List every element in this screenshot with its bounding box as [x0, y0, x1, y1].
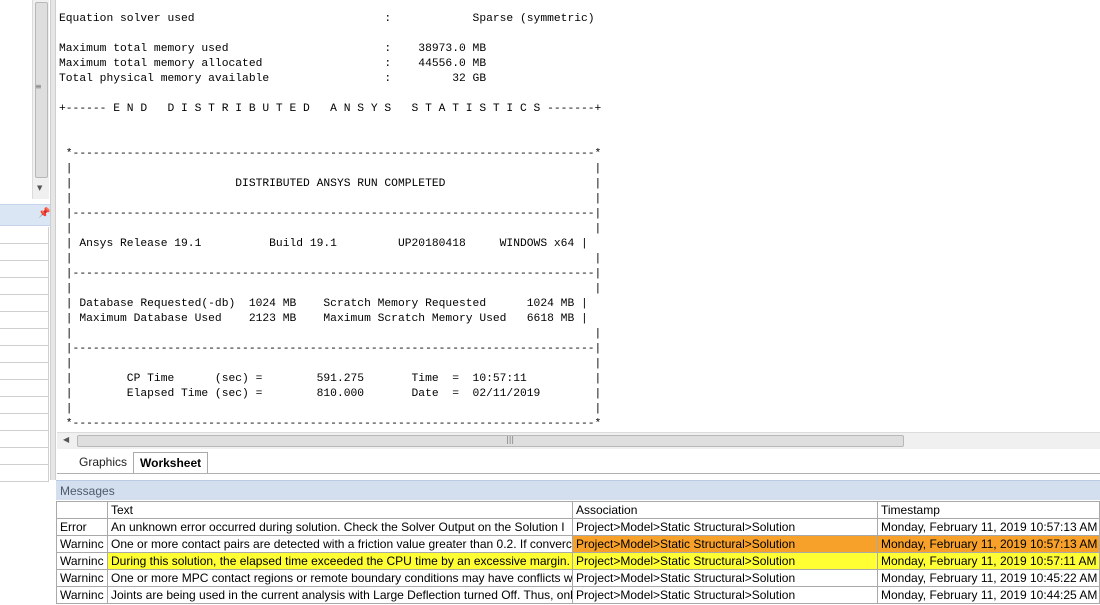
left-panel: ≡ ▼ 📌 — [0, 0, 50, 482]
message-timestamp: Monday, February 11, 2019 10:57:13 AM — [877, 518, 1100, 536]
details-row[interactable] — [0, 380, 49, 397]
details-row[interactable] — [0, 363, 49, 380]
output-line: Total physical memory available : 32 GB — [59, 73, 487, 85]
output-line: | Elapsed Time (sec) = 810.000 Date = 02… — [59, 388, 602, 400]
tree-vertical-scrollbar[interactable]: ≡ ▼ — [32, 0, 49, 199]
details-row[interactable] — [0, 448, 49, 465]
output-line: Maximum total memory allocated : 44556.0… — [59, 58, 487, 70]
message-type: Warninc — [56, 569, 108, 587]
output-scroll-thumb[interactable]: ||| — [77, 435, 904, 447]
output-line: | Database Requested(-db) 1024 MB Scratc… — [59, 298, 588, 310]
output-line: |---------------------------------------… — [59, 343, 602, 355]
output-line: | CP Time (sec) = 591.275 Time = 10:57:1… — [59, 373, 602, 385]
message-row[interactable]: Error An unknown error occurred during s… — [56, 518, 1100, 536]
details-row[interactable] — [0, 414, 49, 431]
output-horizontal-scrollbar[interactable]: ◀ ||| — [57, 432, 1100, 449]
message-type: Warninc — [56, 586, 108, 604]
message-text: Joints are being used in the current ana… — [107, 586, 573, 604]
details-row[interactable] — [0, 397, 49, 414]
output-line: | | — [59, 328, 602, 340]
details-panel-header: 📌 — [0, 204, 50, 226]
message-text: One or more MPC contact regions or remot… — [107, 569, 573, 587]
message-text: An unknown error occurred during solutio… — [107, 518, 573, 536]
output-line: | | — [59, 193, 602, 205]
column-header-text[interactable]: Text — [107, 501, 573, 519]
messages-table: Text Association Timestamp Error An unkn… — [56, 501, 1100, 604]
message-association: Project>Model>Static Structural>Solution — [572, 518, 878, 536]
message-type: Warninc — [56, 535, 108, 553]
output-line: | | — [59, 283, 602, 295]
message-association: Project>Model>Static Structural>Solution — [572, 552, 878, 570]
messages-header-row: Text Association Timestamp — [56, 501, 1100, 519]
details-row[interactable] — [0, 295, 49, 312]
message-type: Error — [56, 518, 108, 536]
scroll-left-arrow-icon[interactable]: ◀ — [63, 435, 69, 444]
grip-icon: ||| — [506, 435, 515, 444]
message-text: One or more contact pairs are detected w… — [107, 535, 573, 553]
message-association: Project>Model>Static Structural>Solution — [572, 586, 878, 604]
message-timestamp: Monday, February 11, 2019 10:44:25 AM — [877, 586, 1100, 604]
details-row[interactable] — [0, 227, 49, 244]
output-line: |---------------------------------------… — [59, 208, 602, 220]
solver-output-text: Equation solver used : Sparse (symmetric… — [59, 12, 601, 432]
message-timestamp: Monday, February 11, 2019 10:57:11 AM — [877, 552, 1100, 570]
details-row[interactable] — [0, 261, 49, 278]
messages-pane-header: Messages — [56, 480, 1100, 500]
panel-splitter[interactable] — [50, 0, 56, 480]
output-line: | | — [59, 358, 602, 370]
message-association: Project>Model>Static Structural>Solution — [572, 569, 878, 587]
details-row[interactable] — [0, 278, 49, 295]
output-line: | DISTRIBUTED ANSYS RUN COMPLETED | — [59, 178, 602, 190]
output-line: | Maximum Database Used 2123 MB Maximum … — [59, 313, 588, 325]
tab-worksheet[interactable]: Worksheet — [133, 452, 209, 474]
details-row[interactable] — [0, 465, 49, 482]
grip-icon: ≡ — [35, 82, 42, 91]
message-timestamp: Monday, February 11, 2019 10:45:22 AM — [877, 569, 1100, 587]
output-line: *---------------------------------------… — [59, 418, 602, 430]
tab-graphics[interactable]: Graphics — [73, 452, 133, 474]
scroll-down-arrow-icon[interactable]: ▼ — [37, 184, 42, 192]
message-type: Warninc — [56, 552, 108, 570]
column-header-association[interactable]: Association — [572, 501, 878, 519]
message-row[interactable]: Warninc One or more contact pairs are de… — [56, 535, 1100, 553]
pin-icon[interactable]: 📌 — [38, 208, 50, 219]
output-line: Equation solver used : Sparse (symmetric… — [59, 13, 595, 25]
details-row[interactable] — [0, 312, 49, 329]
output-line: | | — [59, 403, 602, 415]
message-association: Project>Model>Static Structural>Solution — [572, 535, 878, 553]
details-row[interactable] — [0, 329, 49, 346]
output-line: | | — [59, 223, 602, 235]
output-line: | Ansys Release 19.1 Build 19.1 UP201804… — [59, 238, 588, 250]
output-line: | | — [59, 163, 602, 175]
column-header-type[interactable] — [56, 501, 108, 519]
solver-output-panel: Equation solver used : Sparse (symmetric… — [57, 0, 1100, 432]
column-header-timestamp[interactable]: Timestamp — [877, 501, 1100, 519]
message-row[interactable]: Warninc Joints are being used in the cur… — [56, 586, 1100, 604]
view-tabs: Graphics Worksheet — [57, 449, 1100, 478]
details-row[interactable] — [0, 346, 49, 363]
output-line: +------ E N D D I S T R I B U T E D A N … — [59, 103, 602, 115]
messages-title: Messages — [60, 484, 115, 498]
message-row[interactable]: Warninc During this solution, the elapse… — [56, 552, 1100, 570]
details-row[interactable] — [0, 244, 49, 261]
output-line: | | — [59, 253, 602, 265]
output-line: *---------------------------------------… — [59, 148, 602, 160]
output-line: Maximum total memory used : 38973.0 MB — [59, 43, 487, 55]
details-row[interactable] — [0, 431, 49, 448]
tab-divider — [57, 473, 1100, 474]
message-text: During this solution, the elapsed time e… — [107, 552, 573, 570]
message-row[interactable]: Warninc One or more MPC contact regions … — [56, 569, 1100, 587]
message-timestamp: Monday, February 11, 2019 10:57:13 AM — [877, 535, 1100, 553]
output-line: |---------------------------------------… — [59, 268, 602, 280]
